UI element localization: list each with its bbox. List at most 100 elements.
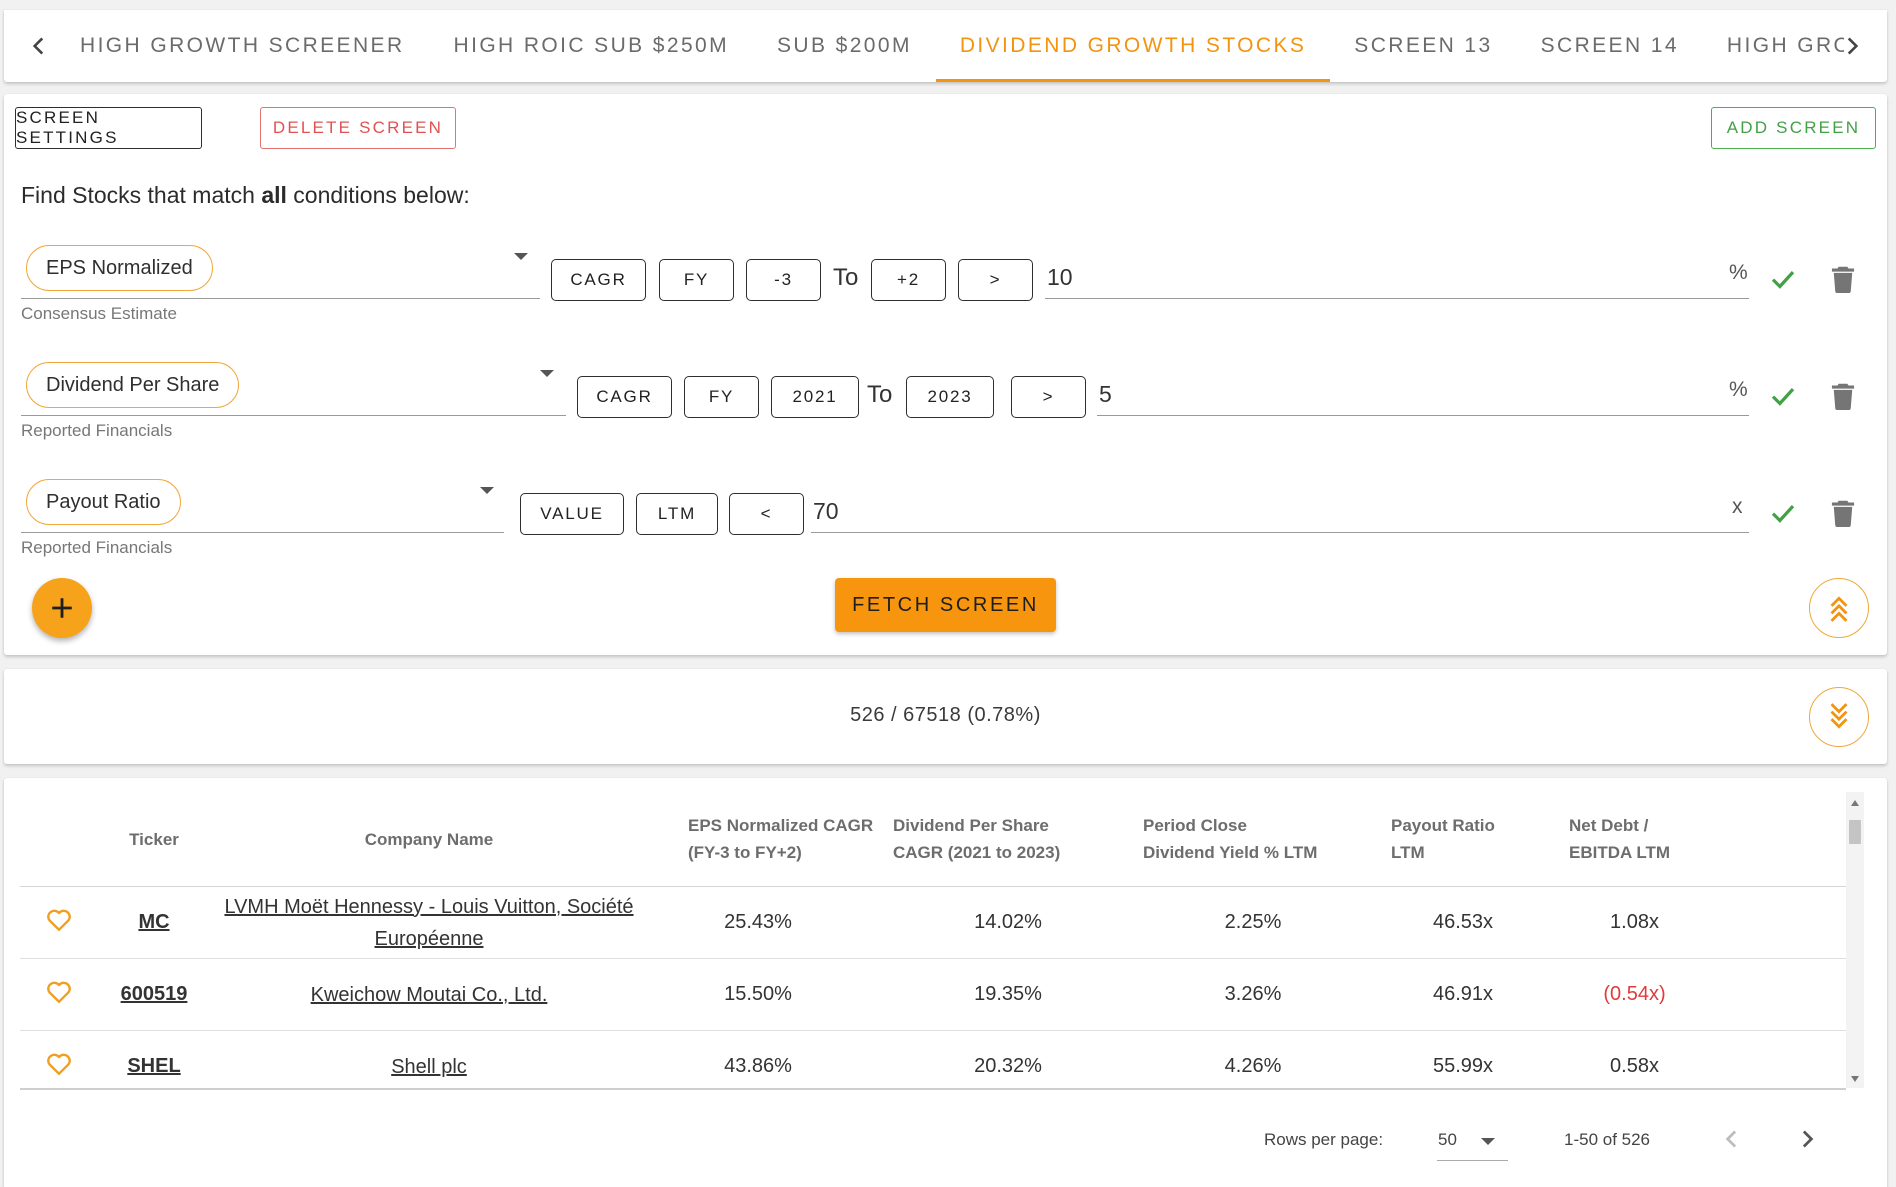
- to-period-box[interactable]: 2023: [906, 376, 994, 418]
- fetch-screen-button[interactable]: FETCH SCREEN: [835, 578, 1056, 632]
- period-type-box[interactable]: FY: [659, 259, 734, 301]
- double-chevron-up-icon: [1830, 596, 1848, 622]
- value-input[interactable]: [811, 490, 1749, 533]
- rows-per-page-select[interactable]: 50: [1437, 1126, 1508, 1161]
- metric-chip[interactable]: Dividend Per Share: [26, 362, 240, 408]
- results-table-scroll-area[interactable]: Ticker Company Name EPS Normalized CAGR …: [20, 792, 1846, 1077]
- plus-icon: [52, 598, 72, 618]
- from-period-box[interactable]: 2021: [771, 376, 859, 418]
- condition-row: Dividend Per Share Reported Financials C…: [21, 361, 1876, 461]
- metric-chip[interactable]: Payout Ratio: [26, 479, 181, 525]
- value-input[interactable]: [1045, 256, 1749, 299]
- period-type-box[interactable]: FY: [684, 376, 759, 418]
- trash-icon[interactable]: [1828, 380, 1858, 412]
- to-label: To: [833, 264, 859, 291]
- tabs-viewport: HIGH GROWTH SCREENER HIGH ROIC SUB $250M…: [74, 10, 1844, 82]
- check-icon[interactable]: [1768, 381, 1798, 411]
- from-period-box[interactable]: -3: [746, 259, 821, 301]
- next-page-icon[interactable]: [1792, 1124, 1822, 1154]
- operator-box[interactable]: >: [958, 259, 1033, 301]
- heart-outline-icon[interactable]: [46, 980, 72, 1004]
- tabs-next-button[interactable]: [1827, 10, 1877, 82]
- delete-screen-button[interactable]: DELETE SCREEN: [260, 107, 456, 149]
- pagination-bar: Rows per page: 50 1-50 of 526: [4, 1130, 1887, 1170]
- heart-outline-icon[interactable]: [46, 908, 72, 932]
- expand-results-button[interactable]: [1809, 687, 1869, 747]
- net-debt-ebitda-cell: 0.58x: [1543, 1030, 1846, 1077]
- dropdown-caret-icon[interactable]: [1481, 1138, 1495, 1145]
- operator-box[interactable]: <: [729, 493, 804, 535]
- metric-source: Consensus Estimate: [21, 304, 177, 323]
- tabs-prev-button[interactable]: [14, 10, 64, 82]
- ticker-link[interactable]: SHEL: [127, 1055, 180, 1077]
- results-summary-card: 526 / 67518 (0.78%): [4, 669, 1887, 764]
- collapse-panel-button[interactable]: [1809, 578, 1869, 638]
- tab-high-growth-screener[interactable]: HIGH GROWTH SCREENER: [74, 10, 430, 82]
- table-horizontal-scrollbar[interactable]: [20, 1088, 1846, 1090]
- dropdown-caret-icon[interactable]: [480, 487, 494, 494]
- ticker-link[interactable]: MC: [138, 911, 169, 933]
- tabs-strip: HIGH GROWTH SCREENER HIGH ROIC SUB $250M…: [74, 10, 1844, 82]
- eps-cagr-cell: 25.43%: [648, 886, 893, 959]
- metric-select[interactable]: EPS Normalized: [21, 244, 540, 299]
- results-table: Ticker Company Name EPS Normalized CAGR …: [20, 792, 1846, 1077]
- column-header-net-debt-ebitda[interactable]: Net Debt / EBITDA LTM: [1543, 792, 1846, 887]
- metric-chip[interactable]: EPS Normalized: [26, 245, 213, 291]
- ticker-link[interactable]: 600519: [121, 983, 188, 1005]
- calc-type-box[interactable]: CAGR: [551, 259, 646, 301]
- metric-select[interactable]: Dividend Per Share: [21, 361, 566, 416]
- column-header-dps-cagr[interactable]: Dividend Per Share CAGR (2021 to 2023): [893, 792, 1143, 887]
- double-chevron-down-icon: [1830, 703, 1848, 729]
- tab-high-gross-margin[interactable]: HIGH GROSS MARG: [1703, 10, 1844, 82]
- payout-ratio-cell: 46.91x: [1363, 958, 1543, 1031]
- add-condition-button[interactable]: [32, 578, 92, 638]
- previous-page-icon[interactable]: [1717, 1124, 1747, 1154]
- header-line: CAGR (2021 to 2023): [893, 843, 1061, 862]
- dropdown-caret-icon[interactable]: [514, 253, 528, 260]
- to-period-box[interactable]: +2: [871, 259, 946, 301]
- calc-type-box[interactable]: VALUE: [520, 493, 624, 535]
- metric-source: Reported Financials: [21, 538, 173, 557]
- check-icon[interactable]: [1768, 264, 1798, 294]
- header-line: (FY-3 to FY+2): [688, 843, 802, 862]
- screen-settings-button[interactable]: SCREEN SETTINGS: [15, 107, 202, 149]
- tab-dividend-growth-stocks[interactable]: DIVIDEND GROWTH STOCKS: [935, 10, 1331, 82]
- column-header-eps-cagr[interactable]: EPS Normalized CAGR (FY-3 to FY+2): [648, 792, 893, 887]
- trash-icon[interactable]: [1828, 263, 1858, 295]
- column-header-dividend-yield[interactable]: Period Close Dividend Yield % LTM: [1143, 792, 1363, 887]
- operator-box[interactable]: >: [1011, 376, 1086, 418]
- add-screen-button[interactable]: ADD SCREEN: [1711, 107, 1876, 149]
- tab-sub-200m[interactable]: SUB $200M: [753, 10, 936, 82]
- company-link[interactable]: Kweichow Moutai Co., Ltd.: [311, 979, 548, 1011]
- scrollbar-thumb[interactable]: [1849, 820, 1861, 844]
- header-line: Payout Ratio: [1391, 816, 1495, 835]
- scroll-down-arrow-icon[interactable]: [1851, 1076, 1859, 1082]
- company-link[interactable]: LVMH Moët Hennessy - Louis Vuitton, Soci…: [224, 891, 633, 955]
- conditions-instruction: Find Stocks that match all conditions be…: [21, 182, 470, 209]
- heart-outline-icon[interactable]: [46, 1052, 72, 1076]
- net-debt-ebitda-cell: 1.08x: [1543, 886, 1846, 959]
- period-type-box[interactable]: LTM: [636, 493, 718, 535]
- scroll-up-arrow-icon[interactable]: [1851, 800, 1859, 806]
- check-icon[interactable]: [1768, 498, 1798, 528]
- rows-per-page-value: 50: [1438, 1130, 1457, 1149]
- condition-row: Payout Ratio Reported Financials VALUE L…: [21, 478, 1876, 578]
- tab-screen-13[interactable]: SCREEN 13: [1330, 10, 1516, 82]
- dividend-yield-cell: 3.26%: [1143, 958, 1363, 1031]
- table-vertical-scrollbar[interactable]: [1846, 792, 1864, 1088]
- instruction-prefix: Find Stocks that match: [21, 182, 262, 208]
- value-input[interactable]: [1097, 373, 1749, 416]
- column-header-payout-ratio[interactable]: Payout Ratio LTM: [1363, 792, 1543, 887]
- metric-select[interactable]: Payout Ratio: [21, 478, 504, 533]
- tab-high-roic-sub-250m[interactable]: HIGH ROIC SUB $250M: [430, 10, 754, 82]
- tab-screen-14[interactable]: SCREEN 14: [1517, 10, 1703, 82]
- company-line: LVMH Moët Hennessy - Louis Vuitton, Soci…: [224, 895, 634, 918]
- column-header-favorite: [20, 792, 98, 887]
- trash-icon[interactable]: [1828, 497, 1858, 529]
- company-link[interactable]: Shell plc: [391, 1051, 467, 1078]
- dropdown-caret-icon[interactable]: [540, 370, 554, 377]
- column-header-ticker[interactable]: Ticker: [98, 792, 210, 887]
- calc-type-box[interactable]: CAGR: [577, 376, 672, 418]
- screen-tabs-bar: HIGH GROWTH SCREENER HIGH ROIC SUB $250M…: [4, 10, 1887, 82]
- column-header-company[interactable]: Company Name: [210, 792, 648, 887]
